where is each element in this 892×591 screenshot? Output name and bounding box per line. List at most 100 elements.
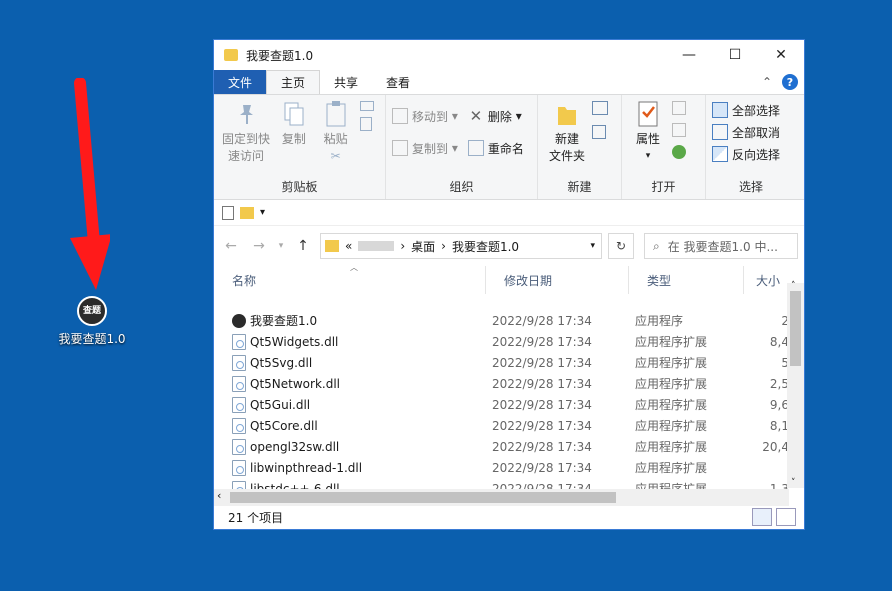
customize-qat-icon[interactable]: ▾ <box>260 207 265 218</box>
invert-selection-label: 反向选择 <box>732 147 781 162</box>
history-icon[interactable] <box>672 145 686 159</box>
delete-button[interactable]: ✕ 删除 ▾ <box>468 105 524 127</box>
file-row[interactable]: opengl32sw.dll 2022/9/28 17:34 应用程序扩展 20,4 <box>214 436 789 457</box>
horizontal-scrollbar[interactable]: ‹ <box>214 489 789 506</box>
back-arrow-icon[interactable]: ← <box>220 238 242 254</box>
tab-file[interactable]: 文件 <box>214 70 267 94</box>
paste-icon <box>323 99 349 129</box>
delete-x-icon: ✕ <box>469 107 483 125</box>
maximize-button[interactable]: ☐ <box>712 40 758 70</box>
group-clipboard: 固定到快速访问 复制 粘贴 ✂ 剪贴板 <box>214 95 386 199</box>
path-user-blurred <box>358 241 395 251</box>
tab-home[interactable]: 主页 <box>266 70 321 94</box>
desktop-icon-label: 我要查题1.0 <box>58 332 126 346</box>
file-row[interactable]: Qt5Network.dll 2022/9/28 17:34 应用程序扩展 2,5 <box>214 373 789 394</box>
vertical-scroll-thumb[interactable] <box>790 291 801 366</box>
rename-icon <box>467 140 484 156</box>
status-bar: 21 个项目 <box>214 505 804 529</box>
tab-share[interactable]: 共享 <box>320 70 372 94</box>
ribbon-tabs: 文件 主页 共享 查看 ⌃ ? <box>214 70 804 94</box>
file-date: 2022/9/28 17:34 <box>492 355 592 370</box>
dll-file-icon <box>232 459 246 476</box>
up-arrow-icon[interactable]: ↑ <box>292 238 314 254</box>
details-view-icon[interactable] <box>752 508 772 526</box>
column-type[interactable]: 类型 <box>629 266 744 294</box>
file-type: 应用程序 <box>635 314 684 328</box>
new-item-icon[interactable] <box>592 101 608 115</box>
dll-file-icon <box>232 333 246 350</box>
close-button[interactable]: ✕ <box>758 40 804 70</box>
pin-label: 固定到快速访问 <box>221 132 270 163</box>
file-size: 8,1 <box>769 418 789 433</box>
horizontal-scroll-thumb[interactable] <box>230 492 616 503</box>
file-row[interactable]: Qt5Core.dll 2022/9/28 17:34 应用程序扩展 8,1 <box>214 415 789 436</box>
paste-shortcut-icon[interactable] <box>360 117 372 131</box>
copy-label: 复制 <box>281 132 306 146</box>
address-path[interactable]: « › 桌面 › 我要查题1.0 ▾ <box>320 233 602 259</box>
select-none-label: 全部取消 <box>732 125 781 140</box>
invert-selection-button[interactable]: 反向选择 <box>712 143 790 165</box>
recent-chevron-icon[interactable]: ▾ <box>276 241 286 251</box>
file-name: Qt5Svg.dll <box>250 355 313 370</box>
properties-qat-icon[interactable] <box>222 205 234 220</box>
file-date: 2022/9/28 17:34 <box>492 418 592 433</box>
edit-icon[interactable] <box>672 123 686 137</box>
address-bar-row: ← → ▾ ↑ « › 桌面 › 我要查题1.0 ▾ ↻ ⌕ 在 我要查题1.0… <box>214 226 804 266</box>
tab-view[interactable]: 查看 <box>372 70 424 94</box>
quick-access-toolbar: ▾ <box>214 200 804 226</box>
pin-quick-access-button[interactable]: 固定到快速访问 <box>220 99 272 165</box>
file-row[interactable]: Qt5Gui.dll 2022/9/28 17:34 应用程序扩展 9,6 <box>214 394 789 415</box>
folder-qat-icon[interactable] <box>240 206 254 219</box>
move-to-icon <box>392 108 408 124</box>
file-date: 2022/9/28 17:34 <box>492 460 592 475</box>
forward-arrow-icon[interactable]: → <box>248 238 270 254</box>
paste-button[interactable]: 粘贴 ✂ <box>316 99 356 165</box>
chevron-up-icon[interactable]: ⌃ <box>762 75 772 89</box>
app-file-icon <box>232 313 246 328</box>
path-prefix[interactable]: « <box>345 239 352 253</box>
desktop-app-shortcut[interactable]: 查题 我要查题1.0 <box>52 296 132 347</box>
copy-button[interactable]: 复制 <box>276 99 312 148</box>
search-box[interactable]: ⌕ 在 我要查题1.0 中... <box>644 233 798 259</box>
scissors-icon[interactable]: ✂ <box>331 148 341 165</box>
new-folder-button[interactable]: 新建 文件夹 <box>544 99 590 165</box>
breadcrumb-desktop[interactable]: 桌面 <box>411 238 435 255</box>
file-row[interactable]: Qt5Svg.dll 2022/9/28 17:34 应用程序扩展 5 <box>214 352 789 373</box>
group-open-name: 打开 <box>651 180 676 194</box>
vertical-scrollbar[interactable]: ˄ ˅ <box>787 281 804 488</box>
select-all-button[interactable]: 全部选择 <box>712 99 790 121</box>
column-headers: 名称 修改日期 类型 大小 ︿ <box>214 263 804 294</box>
breadcrumb-current[interactable]: 我要查题1.0 <box>452 238 519 255</box>
file-name: Qt5Gui.dll <box>250 397 311 412</box>
select-none-icon <box>712 124 728 140</box>
copy-path-icon[interactable] <box>360 101 374 111</box>
large-icons-view-icon[interactable] <box>776 508 796 526</box>
path-dropdown-icon[interactable]: ▾ <box>590 241 595 251</box>
file-type: 应用程序扩展 <box>635 377 708 391</box>
file-row[interactable]: Qt5Widgets.dll 2022/9/28 17:34 应用程序扩展 8,4 <box>214 331 789 352</box>
new-folder-icon <box>554 99 580 129</box>
folder-icon <box>224 49 238 61</box>
move-to-button[interactable]: 移动到 ▾ <box>392 105 458 127</box>
dll-file-icon <box>232 375 246 392</box>
group-new: 新建 文件夹 新建 <box>538 95 622 199</box>
select-none-button[interactable]: 全部取消 <box>712 121 790 143</box>
search-icon: ⌕ <box>653 238 660 253</box>
invert-selection-icon <box>712 146 728 162</box>
column-size[interactable]: 大小 <box>744 266 789 294</box>
easy-access-icon[interactable] <box>592 125 606 139</box>
group-organize-name: 组织 <box>449 180 474 194</box>
dll-file-icon <box>232 354 246 371</box>
help-icon[interactable]: ? <box>782 74 798 90</box>
column-date[interactable]: 修改日期 <box>486 266 629 294</box>
open-icon[interactable] <box>672 101 686 115</box>
rename-button[interactable]: 重命名 <box>467 137 524 159</box>
minimize-button[interactable]: — <box>666 40 712 70</box>
refresh-icon[interactable]: ↻ <box>608 233 634 259</box>
properties-button[interactable]: 属性 ▾ <box>628 99 668 165</box>
file-row[interactable]: libwinpthread-1.dll 2022/9/28 17:34 应用程序扩展 <box>214 457 789 478</box>
new-folder-label: 新建 文件夹 <box>548 132 585 163</box>
file-row[interactable]: 我要查题1.0 2022/9/28 17:34 应用程序 2 <box>214 310 789 331</box>
copy-to-button[interactable]: 复制到 ▾ <box>392 137 458 159</box>
group-select-name: 选择 <box>738 180 763 194</box>
